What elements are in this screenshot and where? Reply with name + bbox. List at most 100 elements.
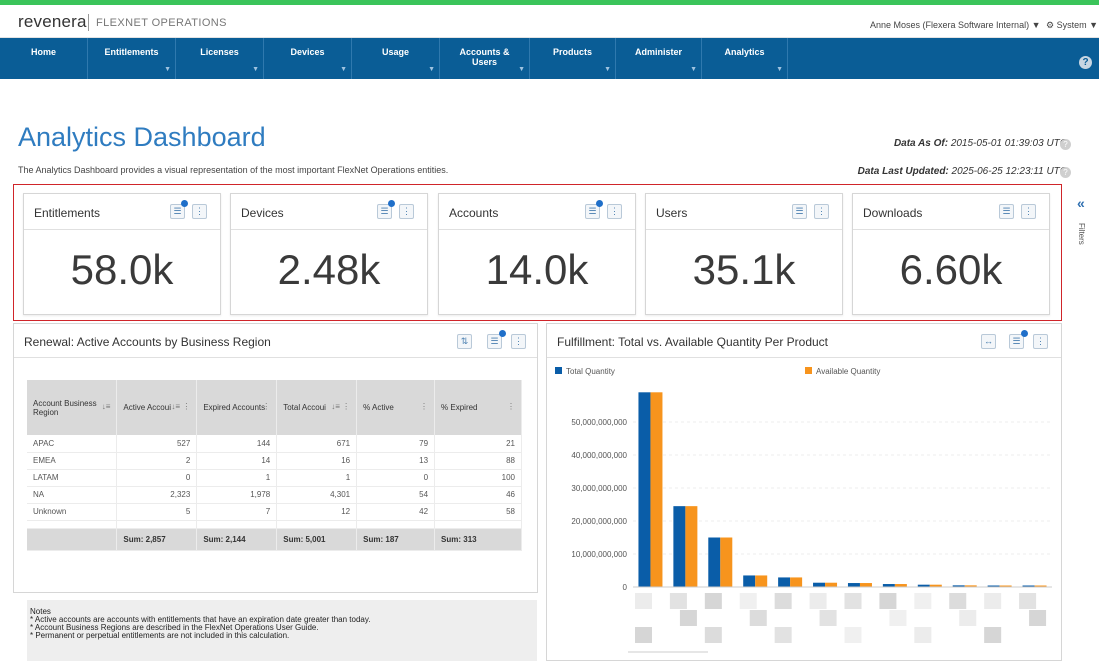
- nav-entitlements-label: Entitlements: [104, 47, 159, 57]
- filter-active-dot: [1021, 330, 1028, 337]
- sort-icon[interactable]: ↓≡ ⋮: [171, 402, 190, 411]
- kpi-card-devices[interactable]: Devices ☰ ⋮ 2.48k: [230, 193, 428, 315]
- product-name: FLEXNET OPERATIONS: [96, 17, 227, 29]
- nav-usage[interactable]: Usage ▼: [352, 38, 440, 79]
- nav-usage-label: Usage: [381, 47, 409, 57]
- table-row[interactable]: LATAM 0 1 1 0 100: [27, 469, 522, 487]
- table-sum-row: Sum: 2,857 Sum: 2,144 Sum: 5,001 Sum: 18…: [27, 528, 522, 551]
- table-cell: 1: [196, 469, 278, 487]
- nav-products[interactable]: Products ▼: [530, 38, 616, 79]
- obscured-category-label: [959, 610, 977, 626]
- more-menu-icon[interactable]: ⋮: [814, 204, 829, 219]
- filters-rail[interactable]: « Filters: [1070, 193, 1099, 253]
- column-header-label: % Expired: [441, 403, 478, 412]
- table-row[interactable]: APAC 527 144 671 79 21: [27, 435, 522, 453]
- obscured-category-label: [844, 627, 862, 643]
- table-row-empty: [27, 520, 522, 529]
- chevron-down-icon: ▼: [604, 66, 611, 73]
- chevron-down-icon: ▼: [518, 66, 525, 73]
- expand-icon[interactable]: ↔: [981, 334, 996, 349]
- info-icon[interactable]: ?: [1060, 139, 1071, 150]
- table-cell: 21: [434, 435, 522, 453]
- obscured-category-label: [914, 627, 932, 643]
- filter-icon[interactable]: ☰: [792, 204, 807, 219]
- chevron-double-left-icon[interactable]: «: [1077, 195, 1085, 211]
- system-menu[interactable]: ⚙ System ▼: [1046, 20, 1098, 31]
- more-menu-icon[interactable]: ⋮: [511, 334, 526, 349]
- more-menu-icon[interactable]: ⋮: [507, 402, 515, 411]
- obscured-category-label: [739, 593, 757, 609]
- sort-icon[interactable]: ↓≡: [102, 402, 111, 411]
- chevron-down-icon: ▼: [340, 66, 347, 73]
- more-menu-icon[interactable]: ⋮: [1021, 204, 1036, 219]
- column-header[interactable]: Total Accoui ↓≡ ⋮: [276, 380, 358, 435]
- more-menu-icon[interactable]: ⋮: [192, 204, 207, 219]
- nav-administer[interactable]: Administer ▼: [616, 38, 702, 79]
- obscured-category-label: [749, 610, 767, 626]
- bar: [708, 537, 721, 587]
- revenera-logo[interactable]: revenera: [18, 12, 87, 32]
- data-as-of: Data As Of: 2015-05-01 01:39:03 UTC: [894, 138, 1067, 149]
- brand-bar: revenera FLEXNET OPERATIONS Anne Moses (…: [0, 5, 1099, 38]
- more-menu-icon[interactable]: ⋮: [607, 204, 622, 219]
- table-row[interactable]: NA 2,323 1,978 4,301 54 46: [27, 486, 522, 504]
- nav-home[interactable]: Home: [0, 38, 88, 79]
- sort-icon[interactable]: ↓≡ ⋮: [331, 402, 350, 411]
- table-cell: NA: [27, 486, 118, 504]
- table-cell: 16: [276, 452, 358, 470]
- nav-analytics[interactable]: Analytics ▼: [702, 38, 788, 79]
- panel-header: Fulfillment: Total vs. Available Quantit…: [547, 324, 1061, 358]
- kpi-value: 58.0k: [70, 246, 174, 293]
- filter-icon[interactable]: ☰: [999, 204, 1014, 219]
- page-title: Analytics Dashboard: [18, 122, 266, 152]
- more-menu-icon[interactable]: ⋮: [399, 204, 414, 219]
- nav-accounts-users[interactable]: Accounts & Users ▼: [440, 38, 530, 79]
- kpi-card-downloads[interactable]: Downloads ☰ ⋮ 6.60k: [852, 193, 1050, 315]
- main-navigation: Home Entitlements ▼ Licenses ▼ Devices ▼ Us…: [0, 38, 1099, 79]
- sum-cell: Sum: 313: [434, 528, 522, 551]
- help-icon[interactable]: ?: [1079, 56, 1092, 69]
- kpi-card-users[interactable]: Users ☰ ⋮ 35.1k: [645, 193, 843, 315]
- panel-header: Renewal: Active Accounts by Business Reg…: [14, 324, 537, 358]
- kpi-header: Users ☰ ⋮: [646, 194, 842, 230]
- obscured-category-label: [844, 593, 862, 609]
- table-cell: 42: [356, 503, 436, 521]
- table-cell: Unknown: [27, 503, 118, 521]
- table-row[interactable]: EMEA 2 14 16 13 88: [27, 452, 522, 470]
- column-header[interactable]: Account Business Region ↓≡: [27, 380, 118, 435]
- table-cell: 671: [276, 435, 358, 453]
- obscured-category-label: [704, 627, 722, 643]
- sum-cell: Sum: 2,144: [196, 528, 278, 551]
- kpi-value: 6.60k: [899, 246, 1003, 293]
- more-menu-icon[interactable]: ⋮: [420, 402, 428, 411]
- y-tick-label: 0: [623, 583, 628, 592]
- nav-devices[interactable]: Devices ▼: [264, 38, 352, 79]
- table-cell: 54: [356, 486, 436, 504]
- column-header[interactable]: Expired Accounts ⋮: [196, 380, 278, 435]
- table-cell: 0: [116, 469, 198, 487]
- sort-icon[interactable]: ⇅: [457, 334, 472, 349]
- renewal-table: Account Business Region ↓≡ Active Accoui ↓…: [27, 380, 522, 551]
- kpi-card-accounts[interactable]: Accounts ☰ ⋮ 14.0k: [438, 193, 636, 315]
- table-cell: 7: [196, 503, 278, 521]
- more-menu-icon[interactable]: ⋮: [1033, 334, 1048, 349]
- kpi-value: 14.0k: [485, 246, 589, 293]
- user-menu[interactable]: Anne Moses (Flexera Software Internal) ▼: [870, 20, 1040, 30]
- more-menu-icon[interactable]: ⋮: [262, 402, 270, 411]
- nav-licenses[interactable]: Licenses ▼: [176, 38, 264, 79]
- fulfillment-panel: Fulfillment: Total vs. Available Quantit…: [546, 323, 1062, 661]
- table-row[interactable]: Unknown 5 7 12 42 58: [27, 503, 522, 521]
- nav-entitlements[interactable]: Entitlements ▼: [88, 38, 176, 79]
- chevron-down-icon: ▼: [690, 66, 697, 73]
- obscured-category-label: [984, 627, 1002, 643]
- kpi-card-entitlements[interactable]: Entitlements ☰ ⋮ 58.0k: [23, 193, 221, 315]
- obscured-category-label: [774, 627, 792, 643]
- column-header[interactable]: % Expired ⋮: [434, 380, 522, 435]
- info-icon[interactable]: ?: [1060, 167, 1071, 178]
- panel-title: Fulfillment: Total vs. Available Quantit…: [557, 335, 829, 349]
- nav-licenses-label: Licenses: [200, 47, 239, 57]
- column-header[interactable]: Active Accoui ↓≡ ⋮: [116, 380, 198, 435]
- filter-active-dot: [596, 200, 603, 207]
- table-cell: EMEA: [27, 452, 118, 470]
- column-header[interactable]: % Active ⋮: [356, 380, 436, 435]
